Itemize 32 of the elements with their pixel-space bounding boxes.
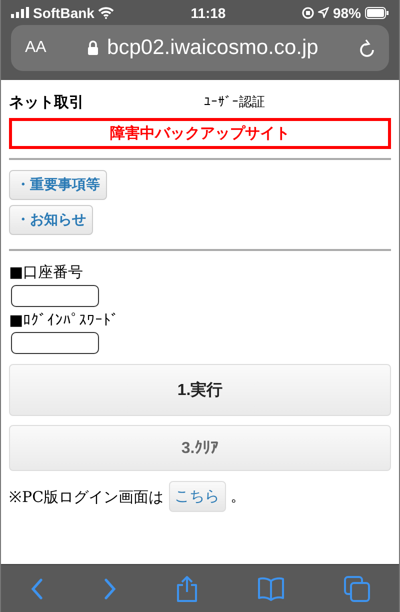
info-link-button[interactable]: ・重要事項等 [9,170,107,200]
text-size-button[interactable]: AA [25,39,46,57]
field-label: ■口座番号 [9,263,84,282]
page-subtitle: ﾕｰｻﾞｰ認証 [204,94,265,111]
location-icon [318,7,329,18]
tabs-icon[interactable] [344,576,370,602]
reload-icon[interactable] [359,39,375,57]
info-link-button[interactable]: ・お知らせ [9,205,93,235]
back-icon[interactable] [30,578,44,600]
wifi-icon [98,6,114,18]
book-icon[interactable] [256,576,285,600]
pc-login-link[interactable]: こちら [168,481,226,512]
input-field[interactable] [11,332,99,354]
signal-icon [11,7,29,18]
lock-icon [87,40,100,56]
period-text: 。 [230,487,246,506]
input-field[interactable] [11,285,99,307]
carrier-name: SoftBank [33,4,94,20]
share-icon[interactable] [176,574,198,602]
notice-banner: 障害中バックアップサイト [9,118,391,149]
submit-button[interactable]: 1.実行 [9,364,391,416]
clear-button[interactable]: 3.ｸﾘｱ [9,425,391,471]
page-title: ネット取引 [9,92,85,112]
clock-time: 11:18 [190,4,226,20]
url-text: bcp02.iwaicosmo.co.jp [107,36,318,60]
battery-icon [365,6,389,18]
rotation-lock-icon [302,6,314,18]
pc-login-text: ※PC版ログイン画面は [9,487,164,507]
battery-percent: 98% [332,4,361,20]
field-label: ■ﾛｸﾞｲﾝﾊﾟｽﾜｰﾄﾞ [9,311,120,329]
address-bar[interactable]: AA bcp02.iwaicosmo.co.jp [11,25,389,71]
forward-icon[interactable] [103,578,118,600]
